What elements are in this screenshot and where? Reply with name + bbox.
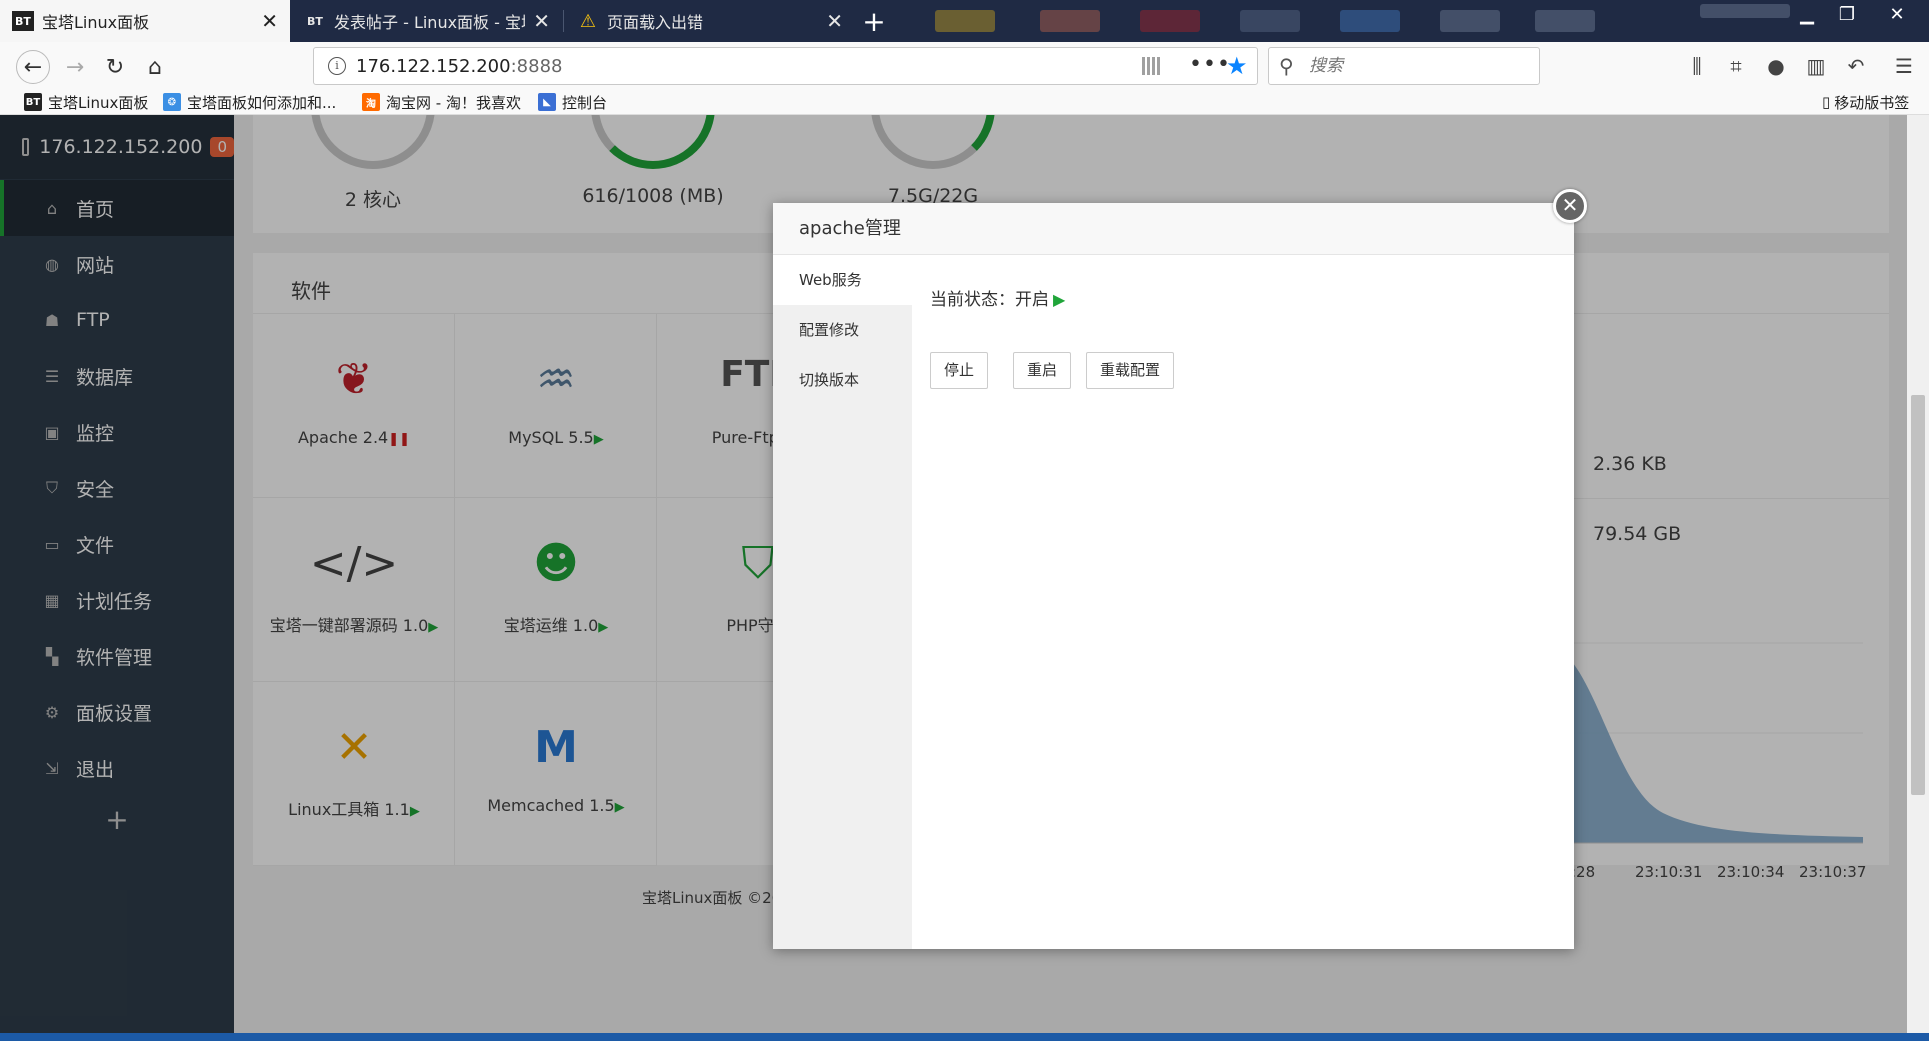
tab-bt-panel[interactable]: BT 宝塔Linux面板 ✕ (0, 0, 290, 42)
page-actions-icon[interactable]: ••• (1189, 52, 1231, 77)
minimize-icon[interactable]: ▁ (1787, 2, 1827, 26)
page-scrollbar[interactable] (1907, 115, 1929, 1037)
search-icon: ⚲ (1279, 54, 1294, 78)
chat-icon[interactable]: ● (1762, 52, 1790, 80)
background-tab[interactable] (1440, 10, 1500, 32)
screenshot-icon[interactable]: ⌗ (1722, 52, 1750, 80)
browser-nav-bar: ← → ↻ ⌂ i 176.122.152.200:8888 ••• ★ ⚲ ⫼… (0, 42, 1929, 90)
close-window-icon[interactable]: ✕ (1867, 2, 1927, 26)
search-bar[interactable]: ⚲ (1268, 47, 1540, 85)
tab-post-thread[interactable]: BT 发表帖子 - Linux面板 - 宝塔面 ✕ (292, 0, 562, 42)
bt-favicon-icon: BT (24, 93, 42, 111)
dialog-title: apache管理 (773, 203, 1574, 255)
reload-config-button[interactable]: 重载配置 (1086, 352, 1175, 389)
stop-button[interactable]: 停止 (930, 352, 989, 389)
url-port: :8888 (510, 56, 563, 77)
background-tab[interactable] (1340, 10, 1400, 32)
dialog-tab-config[interactable]: 配置修改 (773, 305, 912, 355)
bt-favicon-icon: BT (12, 11, 34, 31)
background-tab[interactable] (935, 10, 995, 32)
window-title-ghost (1700, 4, 1790, 18)
close-tab-icon[interactable]: ✕ (261, 9, 278, 33)
scrollbar-thumb[interactable] (1911, 395, 1925, 795)
background-tab[interactable] (1240, 10, 1300, 32)
bookmark-label: 宝塔Linux面板 (48, 93, 149, 112)
menu-icon[interactable]: ☰ (1890, 52, 1918, 80)
url-bar[interactable]: i 176.122.152.200:8888 ••• ★ (313, 47, 1258, 85)
tab-separator (563, 10, 564, 32)
background-tab[interactable] (1140, 10, 1200, 32)
sidebar-toggle-icon[interactable]: ▥ (1802, 52, 1830, 80)
tab-title: 页面载入出错 (607, 13, 704, 32)
dialog-body: 当前状态：开启 ▶ 停止 重启 重载配置 (912, 255, 1574, 949)
warning-icon: ⚠ (579, 10, 597, 32)
bookmark-bt-panel[interactable]: BT 宝塔Linux面板 (24, 92, 148, 112)
close-dialog-icon[interactable]: ✕ (1553, 189, 1587, 223)
service-status: 当前状态：开启 ▶ (930, 285, 1065, 310)
home-icon[interactable]: ⌂ (138, 50, 172, 84)
restart-button[interactable]: 重启 (1013, 352, 1072, 389)
taobao-icon: 淘 (362, 93, 380, 111)
console-icon: ◣ (538, 93, 556, 111)
bookmark-label: 控制台 (562, 93, 608, 112)
library-icon[interactable]: ⫼ (1683, 52, 1711, 80)
site-info-icon[interactable]: i (328, 57, 346, 75)
bookmarks-bar: BT 宝塔Linux面板 ❂ 宝塔面板如何添加和... 淘 淘宝网 - 淘！我喜… (0, 90, 1929, 115)
bookmark-console[interactable]: ◣ 控制台 (538, 92, 607, 112)
os-taskbar (0, 1033, 1929, 1041)
apache-manage-dialog: apache管理 Web服务 配置修改 切换版本 当前状态：开启 ▶ 停止 重启 … (773, 203, 1574, 949)
url-host: 176.122.152.200 (356, 56, 511, 77)
new-tab-button[interactable]: + (856, 0, 892, 42)
bookmark-taobao[interactable]: 淘 淘宝网 - 淘！我喜欢 (362, 92, 521, 112)
tab-title: 发表帖子 - Linux面板 - 宝塔面 (334, 13, 525, 32)
tab-title: 宝塔Linux面板 (42, 13, 150, 32)
bt-favicon-icon: BT (307, 14, 323, 28)
reload-icon[interactable]: ↻ (98, 50, 132, 84)
forward-arrow-icon[interactable]: → (58, 50, 92, 84)
dialog-tab-web-service[interactable]: Web服务 (773, 255, 912, 305)
background-tab[interactable] (1040, 10, 1100, 32)
bookmark-star-icon[interactable]: ★ (1226, 52, 1248, 80)
bookmark-label: 宝塔面板如何添加和... (187, 93, 337, 112)
dialog-menu: Web服务 配置修改 切换版本 (773, 255, 912, 949)
status-label: 当前状态：开启 (930, 290, 1049, 310)
mobile-bookmarks[interactable]: ▯ 移动版书签 (1822, 92, 1909, 112)
undo-icon[interactable]: ↶ (1842, 52, 1870, 80)
qr-code-icon[interactable] (1142, 57, 1160, 75)
background-tab[interactable] (1535, 10, 1595, 32)
search-input[interactable] (1307, 54, 1527, 78)
mobile-icon: ▯ (1822, 93, 1831, 111)
running-play-icon: ▶ (1053, 290, 1066, 309)
url-text[interactable]: 176.122.152.200:8888 (356, 56, 562, 77)
close-tab-icon[interactable]: ✕ (533, 9, 550, 33)
tab-page-error[interactable]: ⚠ 页面载入出错 ✕ (565, 0, 855, 42)
browser-tab-bar: BT 宝塔Linux面板 ✕ BT 发表帖子 - Linux面板 - 宝塔面 ✕… (0, 0, 1929, 42)
back-arrow-icon[interactable]: ← (16, 50, 50, 84)
bookmark-label: 淘宝网 - 淘！我喜欢 (386, 93, 521, 112)
bookmark-bt-howto[interactable]: ❂ 宝塔面板如何添加和... (163, 92, 336, 112)
restore-icon[interactable]: ❐ (1827, 2, 1867, 26)
dialog-tab-version[interactable]: 切换版本 (773, 355, 912, 405)
paw-icon: ❂ (163, 93, 181, 111)
bookmark-label: 移动版书签 (1834, 93, 1910, 112)
close-tab-icon[interactable]: ✕ (826, 9, 843, 33)
